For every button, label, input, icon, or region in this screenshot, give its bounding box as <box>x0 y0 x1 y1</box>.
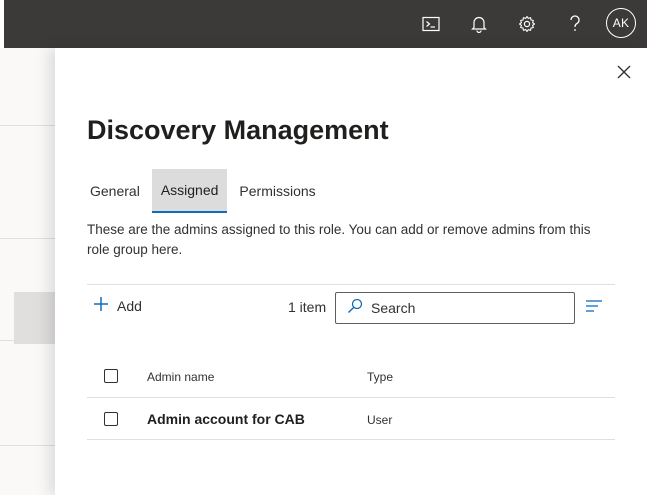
avatar[interactable]: AK <box>606 8 636 38</box>
tab-permissions[interactable]: Permissions <box>230 169 324 213</box>
background-divider <box>0 238 60 239</box>
help-button[interactable] <box>559 8 591 40</box>
admin-type-cell: User <box>367 413 393 427</box>
search-icon <box>347 298 363 319</box>
column-header-admin-name[interactable]: Admin name <box>147 370 214 384</box>
background-divider <box>0 125 60 126</box>
gear-icon <box>518 15 536 33</box>
table-header-divider <box>87 397 615 398</box>
tab-list: General Assigned Permissions <box>81 169 328 213</box>
settings-button[interactable] <box>511 8 543 40</box>
page-title: Discovery Management <box>87 115 389 145</box>
top-bar-edge <box>0 0 4 48</box>
close-icon <box>617 65 631 84</box>
background-divider <box>0 445 60 446</box>
tab-assigned[interactable]: Assigned <box>151 169 228 213</box>
table-row-divider <box>87 439 615 440</box>
top-app-bar: AK <box>0 0 647 48</box>
item-count: 1 item <box>288 299 327 315</box>
background-page <box>0 48 60 495</box>
bell-icon <box>471 15 487 33</box>
select-all-checkbox[interactable] <box>104 369 118 383</box>
admin-name-cell[interactable]: Admin account for CAB <box>147 411 305 427</box>
tab-general[interactable]: General <box>81 169 149 213</box>
search-box[interactable] <box>335 292 575 324</box>
row-checkbox[interactable] <box>104 412 118 426</box>
background-selected-row <box>14 292 60 344</box>
terminal-button[interactable] <box>415 8 447 40</box>
add-button-label: Add <box>117 297 142 314</box>
role-details-panel: Discovery Management General Assigned Pe… <box>55 48 647 495</box>
plus-icon <box>93 296 109 315</box>
filter-button[interactable] <box>585 298 605 318</box>
terminal-icon <box>422 16 440 32</box>
add-button[interactable]: Add <box>93 296 142 315</box>
tab-description: These are the admins assigned to this ro… <box>87 222 591 257</box>
notifications-button[interactable] <box>463 8 495 40</box>
close-button[interactable] <box>614 64 634 84</box>
search-input[interactable] <box>371 300 551 316</box>
column-header-type[interactable]: Type <box>367 370 393 384</box>
toolbar-divider <box>87 284 615 285</box>
help-icon <box>569 15 581 33</box>
filter-lines-icon <box>585 300 603 318</box>
